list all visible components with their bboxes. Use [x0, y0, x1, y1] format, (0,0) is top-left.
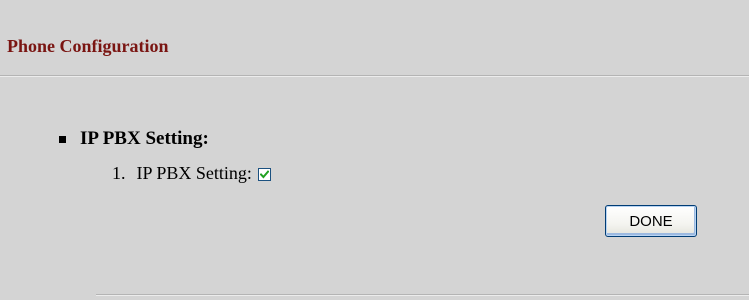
square-bullet-icon — [59, 136, 66, 143]
page-title: Phone Configuration — [7, 36, 169, 56]
top-divider — [0, 75, 749, 77]
item-label: IP PBX Setting: — [136, 163, 252, 183]
done-button[interactable]: DONE — [605, 205, 697, 237]
bottom-divider — [96, 294, 749, 296]
list-item: 1. IP PBX Setting: — [112, 163, 271, 184]
checkmark-icon — [259, 169, 269, 178]
section-header: IP PBX Setting: — [59, 128, 209, 150]
section-title: IP PBX Setting: — [80, 128, 209, 149]
ip-pbx-checkbox[interactable] — [257, 167, 271, 181]
item-number: 1. — [112, 163, 126, 183]
